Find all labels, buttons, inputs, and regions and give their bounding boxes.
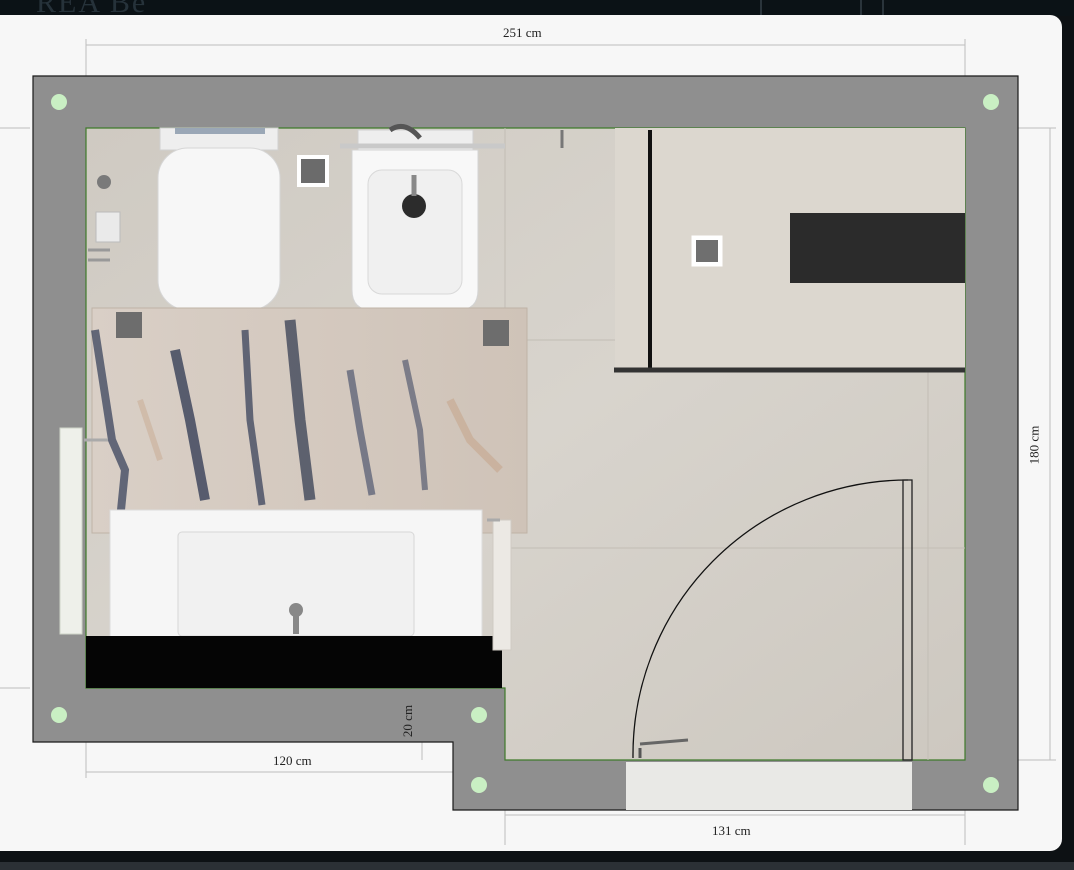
- toilet[interactable]: [157, 127, 281, 311]
- top-toolbar: REA Be: [0, 0, 1074, 19]
- door-threshold: [626, 762, 912, 810]
- corner-marker: [471, 777, 487, 793]
- shower-drain: [790, 213, 965, 283]
- shower-drain-marker-inner: [696, 240, 718, 262]
- dimension-step-height: 20 cm: [400, 704, 416, 738]
- bidet[interactable]: [351, 123, 479, 311]
- toolbar-divider: [860, 0, 862, 16]
- dimension-bottom-right-width: 131 cm: [712, 823, 751, 838]
- bath-rug: [91, 307, 528, 534]
- corner-marker: [471, 707, 487, 723]
- dimension-top-width: 251 cm: [503, 25, 542, 40]
- corner-marker: [983, 94, 999, 110]
- vanity-countertop: [86, 636, 502, 688]
- bottom-toolbar: [0, 862, 1074, 870]
- corner-marker: [51, 94, 67, 110]
- corner-marker: [51, 707, 67, 723]
- toolbar-divider: [882, 0, 884, 16]
- floorplan-panel[interactable]: 251 cm 180 cm 120 cm 20 cm 131 cm: [0, 15, 1062, 851]
- floorplan-canvas[interactable]: [0, 15, 1062, 851]
- toolbar-divider: [760, 0, 762, 16]
- dimension-bottom-left-width: 120 cm: [273, 753, 312, 768]
- dimension-right-height: 180 cm: [1026, 425, 1042, 465]
- vanity-sink[interactable]: [109, 509, 483, 639]
- corner-marker: [983, 777, 999, 793]
